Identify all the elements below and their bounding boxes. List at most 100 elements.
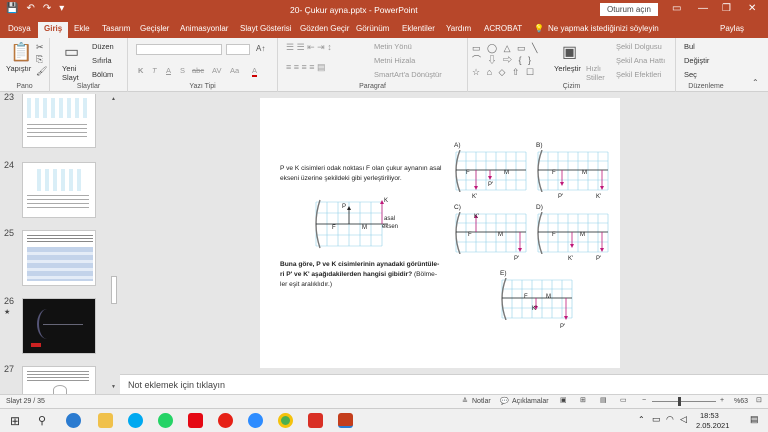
grow-font-icon[interactable]: A↑ (256, 44, 265, 53)
align-icon[interactable]: ≡ ≡ ≡ ≡ ▤ (286, 62, 326, 73)
slide-sorter-icon[interactable]: ⊞ (580, 396, 586, 404)
slideshow-icon[interactable]: ▭ (620, 396, 627, 404)
shape-outline-button[interactable]: Şekil Ana Hattı (616, 56, 665, 65)
font-size-select[interactable] (226, 44, 250, 55)
reading-view-icon[interactable]: ▤ (600, 396, 607, 404)
comments-button[interactable]: Açıklamalar (512, 398, 549, 405)
tray-up-icon[interactable]: ⌃ (638, 415, 645, 424)
customize-qat-icon[interactable]: ▾ (59, 3, 64, 14)
clock-date[interactable]: 2.05.2021 (696, 421, 729, 430)
wifi-icon[interactable]: ◠ (666, 414, 674, 425)
share-button[interactable]: Paylaş (720, 24, 744, 33)
restore-button[interactable]: ❐ (722, 3, 731, 14)
tab-yardim[interactable]: Yardım (446, 24, 471, 33)
normal-view-icon[interactable]: ▣ (560, 396, 567, 404)
undo-icon[interactable]: ↶ (26, 3, 34, 14)
thumbnail-scrollbar[interactable]: ▲ ▼ (110, 96, 118, 392)
strike-button[interactable]: abc (192, 66, 204, 75)
current-slide[interactable]: P ve K cisimleri odak noktası F olan çuk… (260, 98, 620, 368)
shadow-button[interactable]: S (180, 66, 185, 75)
edge-icon[interactable] (66, 413, 81, 428)
zoom-out-icon[interactable]: − (642, 397, 646, 404)
slide-thumbnail-26[interactable] (22, 298, 96, 354)
slide-thumbnail-24[interactable] (22, 162, 96, 218)
notes-pane[interactable]: Not eklemek için tıklayın (120, 374, 768, 394)
font-color-button[interactable]: A (252, 66, 258, 77)
font-family-select[interactable] (136, 44, 222, 55)
replace-button[interactable]: Değiştir (684, 56, 709, 65)
reset-button[interactable]: Sıfırla (92, 56, 112, 65)
new-slide-icon[interactable]: ▭ (64, 42, 79, 62)
option-c[interactable]: C) K' F M P' (450, 204, 530, 270)
bold-button[interactable]: K (138, 66, 143, 75)
zoom-app-icon[interactable] (248, 413, 263, 428)
shape-effects-button[interactable]: Şekil Efektleri (616, 70, 661, 79)
whatsapp-icon[interactable] (158, 413, 173, 428)
smartart-button[interactable]: SmartArt'a Dönüştür (374, 70, 442, 79)
format-painter-icon[interactable]: 🖌 (36, 66, 47, 77)
chrome-icon[interactable] (278, 413, 293, 428)
underline-button[interactable]: A (166, 66, 171, 75)
clock-time[interactable]: 18:53 (700, 411, 719, 420)
shape-fill-button[interactable]: Şekil Dolgusu (616, 42, 662, 51)
redo-icon[interactable]: ↷ (43, 3, 51, 14)
shapes-gallery[interactable]: ▭ ◯ △ ▭ ╲ ⌒ ⇩ ⇨ { } ☆ ⌂ ◇ ⇧ ☐ (472, 42, 548, 78)
slide-thumbnail-27[interactable] (22, 366, 96, 396)
option-a[interactable]: A) F M P' K' (450, 142, 530, 208)
arrange-icon[interactable]: ▣ (562, 42, 577, 62)
slide-thumbnail-23[interactable] (22, 94, 96, 148)
notes-button[interactable]: Notlar (472, 398, 491, 405)
option-e[interactable]: E) F M K' P' (496, 270, 576, 336)
italic-button[interactable]: T (152, 66, 157, 75)
select-button[interactable]: Seç (684, 70, 697, 79)
new-slide-button[interactable]: Yeni Slayt (62, 64, 86, 82)
search-icon[interactable]: ⚲ (38, 414, 46, 427)
acrobat-icon[interactable] (308, 413, 323, 428)
collapse-ribbon-icon[interactable]: ⌃ (752, 78, 759, 87)
bullets-icon[interactable]: ☰ ☰ ⇤ ⇥ ↕ (286, 42, 332, 53)
zoom-in-icon[interactable]: + (720, 397, 724, 404)
tell-me-search[interactable]: Ne yapmak istediğinizi söyleyin (548, 24, 659, 33)
slide-thumbnail-25[interactable] (22, 230, 96, 286)
minimize-button[interactable]: — (698, 3, 708, 14)
windows-start-icon[interactable]: ⊞ (10, 414, 20, 428)
section-button[interactable]: Bölüm (92, 70, 113, 79)
cut-icon[interactable]: ✂ (36, 42, 44, 53)
layout-button[interactable]: Düzen (92, 42, 114, 51)
tab-giris[interactable]: Giriş (38, 22, 69, 38)
save-icon[interactable]: 💾 (6, 3, 18, 14)
option-b[interactable]: B) F M P' K' (532, 142, 612, 208)
align-text-button[interactable]: Metni Hizala (374, 56, 415, 65)
tab-animasyonlar[interactable]: Animasyonlar (180, 24, 228, 33)
zoom-slider[interactable] (652, 397, 716, 406)
find-button[interactable]: Bul (684, 42, 695, 51)
comments-icon[interactable]: 💬 (500, 397, 509, 405)
file-explorer-icon[interactable] (98, 413, 113, 428)
arrange-button[interactable]: Yerleştir (554, 64, 581, 73)
tab-dosya[interactable]: Dosya (8, 24, 31, 33)
ribbon-display-icon[interactable]: ▭ (672, 3, 681, 14)
paste-button[interactable]: Yapıştır (6, 64, 31, 73)
signin-button[interactable]: Oturum açın (600, 3, 658, 16)
zoom-slider-thumb[interactable] (678, 397, 681, 406)
paste-icon[interactable]: 📋 (10, 42, 32, 63)
tab-ekle[interactable]: Ekle (74, 24, 90, 33)
tab-tasarim[interactable]: Tasarım (102, 24, 130, 33)
quick-styles-button[interactable]: Hızlı Stiller (586, 64, 608, 82)
powerpoint-icon[interactable] (338, 413, 353, 428)
notes-placeholder[interactable]: Not eklemek için tıklayın (128, 380, 225, 390)
zoom-level[interactable]: %63 (734, 398, 748, 405)
notes-icon[interactable]: ≙ (462, 397, 468, 405)
tab-acrobat[interactable]: ACROBAT (484, 24, 522, 33)
notification-icon[interactable]: ▤ (750, 414, 759, 425)
change-case-button[interactable]: Aa (230, 66, 239, 75)
volume-icon[interactable]: ◁ (680, 414, 687, 425)
fit-slide-icon[interactable]: ⊡ (756, 396, 762, 404)
tab-slayt-gosterisi[interactable]: Slayt Gösterisi (240, 24, 292, 33)
skype-icon[interactable] (128, 413, 143, 428)
text-direction-button[interactable]: Metin Yönü (374, 42, 412, 51)
option-d[interactable]: D) F M K' P' (532, 204, 612, 270)
tab-gecisler[interactable]: Geçişler (140, 24, 169, 33)
close-button[interactable]: ✕ (748, 3, 756, 14)
copy-icon[interactable]: ⎘ (36, 54, 43, 65)
